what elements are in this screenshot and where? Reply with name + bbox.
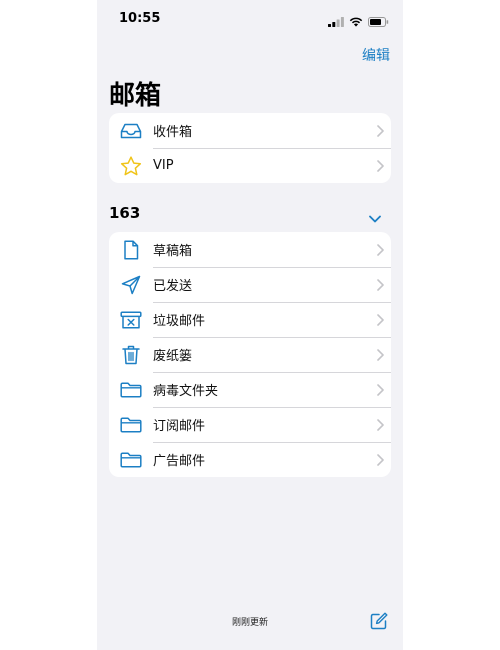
trash-icon <box>109 337 153 372</box>
status-time: 10:55 <box>119 11 161 26</box>
chevron-right-icon <box>369 113 391 148</box>
account-folders-card: 草稿箱 已发送 垃圾邮件 废纸篓 病毒文件夹 订阅邮件 广告邮件 <box>109 232 391 477</box>
edit-button[interactable]: 编辑 <box>362 45 390 65</box>
mailboxes-card: 收件箱 VIP <box>109 113 391 183</box>
junk-box-icon <box>109 302 153 337</box>
folder-icon <box>109 372 153 407</box>
folder-row-virus[interactable]: 病毒文件夹 <box>109 372 391 407</box>
folder-label: 订阅邮件 <box>153 419 206 434</box>
mailbox-row-inbox[interactable]: 收件箱 <box>109 113 391 148</box>
mailbox-label: 收件箱 <box>153 125 193 140</box>
battery-icon <box>368 12 389 31</box>
draft-document-icon <box>109 232 153 267</box>
chevron-right-icon <box>369 267 391 302</box>
wifi-icon <box>349 12 363 31</box>
folder-icon <box>109 442 153 477</box>
folder-label: 已发送 <box>153 279 193 294</box>
account-section-header[interactable]: 163 <box>109 204 140 222</box>
folder-label: 广告邮件 <box>153 454 206 469</box>
folder-icon <box>109 407 153 442</box>
update-status-text: 刚刚更新 <box>231 618 268 628</box>
folder-row-junk[interactable]: 垃圾邮件 <box>109 302 391 337</box>
chevron-right-icon <box>369 148 391 183</box>
folder-label: 病毒文件夹 <box>153 384 219 399</box>
chevron-right-icon <box>369 232 391 267</box>
chevron-right-icon <box>369 337 391 372</box>
folder-row-subscriptions[interactable]: 订阅邮件 <box>109 407 391 442</box>
chevron-right-icon <box>369 302 391 337</box>
chevron-right-icon <box>369 442 391 477</box>
chevron-right-icon <box>369 372 391 407</box>
mailbox-label: VIP <box>153 158 174 173</box>
folder-label: 草稿箱 <box>153 244 193 259</box>
mail-screen: 10:55 编辑 邮箱 收件箱 VIP 163 草稿箱 已发送 垃圾邮件 废纸篓… <box>97 0 403 650</box>
folder-row-drafts[interactable]: 草稿箱 <box>109 232 391 267</box>
chevron-right-icon <box>369 407 391 442</box>
page-title: 邮箱 <box>109 81 162 111</box>
folder-row-sent[interactable]: 已发送 <box>109 267 391 302</box>
signal-icon <box>328 12 344 31</box>
chevron-down-icon[interactable] <box>369 208 381 227</box>
paper-plane-icon <box>109 267 153 302</box>
inbox-icon <box>109 113 153 148</box>
folder-label: 垃圾邮件 <box>153 314 206 329</box>
star-icon <box>109 148 153 183</box>
folder-label: 废纸篓 <box>153 349 193 364</box>
mailbox-row-vip[interactable]: VIP <box>109 148 391 183</box>
folder-row-ads[interactable]: 广告邮件 <box>109 442 391 477</box>
status-icons <box>328 12 389 31</box>
compose-icon[interactable] <box>370 612 388 634</box>
folder-row-trash[interactable]: 废纸篓 <box>109 337 391 372</box>
